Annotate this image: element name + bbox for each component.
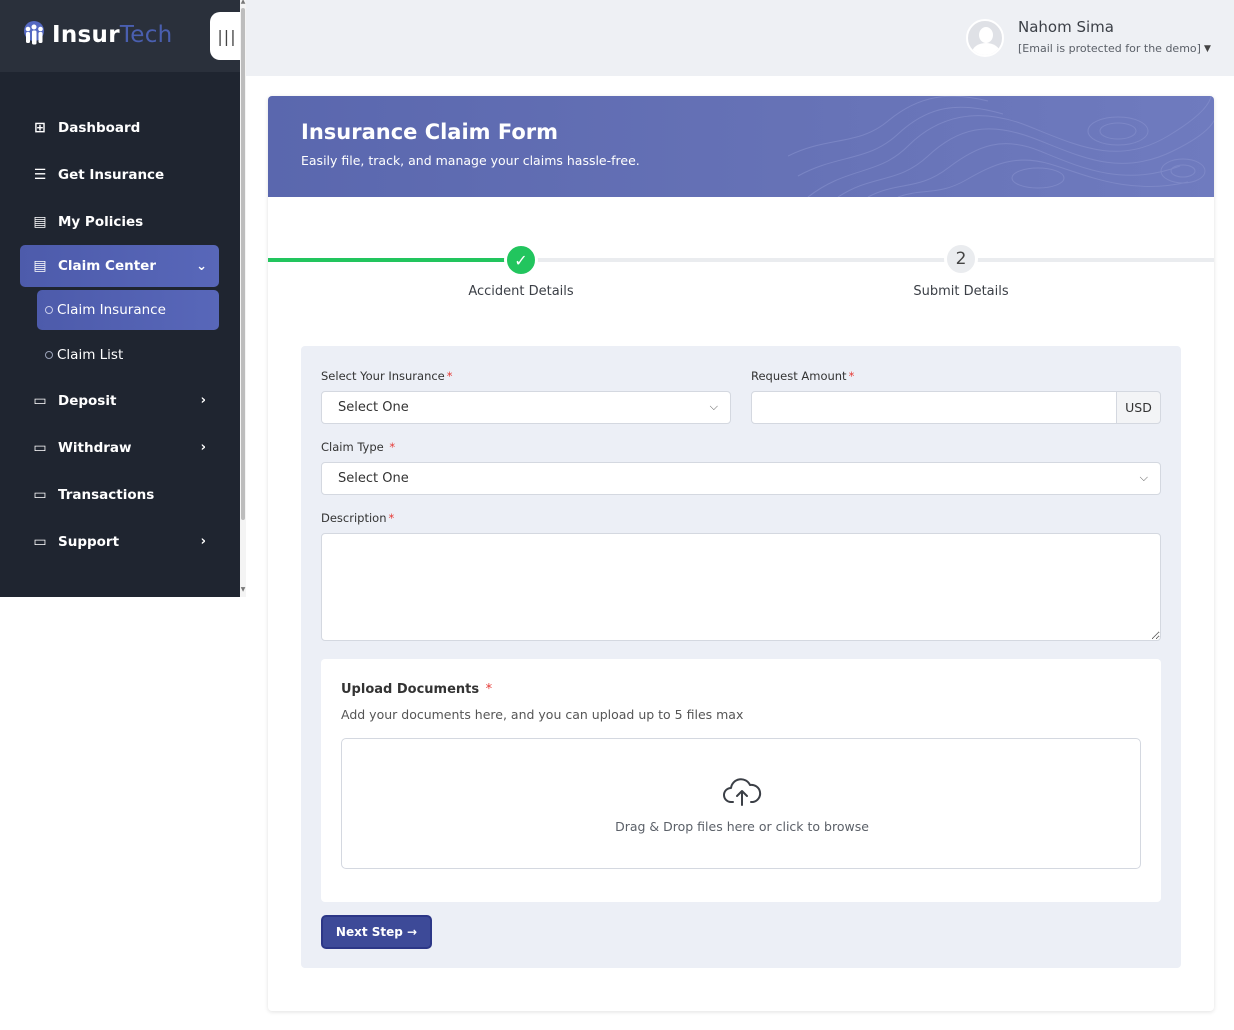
claim-type-label: Claim Type * xyxy=(321,440,396,454)
avatar[interactable] xyxy=(966,19,1004,57)
card-icon: ▭ xyxy=(33,486,47,503)
chevron-right-icon: › xyxy=(200,440,206,455)
sidebar-item-claim-center[interactable]: ▤ Claim Center ⌄ xyxy=(20,245,219,287)
chevron-down-icon: ⌵ xyxy=(709,400,718,413)
scrollbar-thumb[interactable] xyxy=(241,8,245,520)
insurance-select-label: Select Your Insurance * xyxy=(321,369,453,383)
sidebar: InsurTech ||| ⊞ Dashboard ☰ Get Insuranc… xyxy=(0,0,240,597)
insurance-select-value: Select One xyxy=(338,400,409,415)
claim-form: Select Your Insurance * Select One ⌵ Requ… xyxy=(301,346,1181,968)
document-icon: ▤ xyxy=(33,213,47,230)
circle-icon xyxy=(45,306,53,314)
page-subtitle: Easily file, track, and manage your clai… xyxy=(301,153,640,168)
chevron-right-icon: › xyxy=(200,534,206,549)
brand-name-part2: Tech xyxy=(119,22,173,48)
sidebar-item-dashboard[interactable]: ⊞ Dashboard xyxy=(0,104,240,151)
page-title: Insurance Claim Form xyxy=(301,120,559,144)
sidebar-item-support[interactable]: ▭ Support › xyxy=(0,518,240,565)
top-header: Nahom Sima [Email is protected for the d… xyxy=(246,0,1234,76)
description-textarea[interactable] xyxy=(321,533,1161,641)
check-icon: ✓ xyxy=(514,250,528,270)
claim-type-select-value: Select One xyxy=(338,471,409,486)
chevron-down-icon: ⌄ xyxy=(196,258,207,274)
step-1-label: Accident Details xyxy=(468,284,574,299)
cloud-upload-icon xyxy=(723,778,762,806)
insurance-select[interactable]: Select One ⌵ xyxy=(321,391,731,424)
required-mark: * xyxy=(389,440,396,454)
sidebar-item-withdraw[interactable]: ▭ Withdraw › xyxy=(0,424,240,471)
next-step-button[interactable]: Next Step → xyxy=(321,915,432,949)
sidebar-subitem-claim-list[interactable]: Claim List xyxy=(0,333,240,377)
sidebar-item-my-policies[interactable]: ▤ My Policies xyxy=(0,198,240,245)
brand-name: InsurTech xyxy=(52,22,173,48)
sidebar-subitem-label: Claim List xyxy=(57,347,124,363)
sidebar-item-label: Get Insurance xyxy=(58,166,165,183)
required-mark: * xyxy=(446,369,453,383)
sidebar-item-label: Support xyxy=(58,533,120,550)
brand-logo[interactable]: InsurTech xyxy=(20,20,173,50)
sidebar-collapse-button[interactable]: ||| xyxy=(210,12,240,60)
ticket-icon: ▭ xyxy=(33,533,47,550)
step-number: 2 xyxy=(955,249,967,269)
sidebar-scrollbar[interactable]: ▲ ▼ xyxy=(240,0,246,597)
cash-icon: ▭ xyxy=(33,439,47,456)
step-2-label: Submit Details xyxy=(913,284,1009,299)
sidebar-item-label: Deposit xyxy=(58,392,117,409)
sidebar-item-label: Dashboard xyxy=(58,119,141,136)
circle-icon xyxy=(45,351,53,359)
sidebar-item-label: My Policies xyxy=(58,213,144,230)
claim-form-card: Insurance Claim Form Easily file, track,… xyxy=(268,96,1214,1011)
amount-label: Request Amount * xyxy=(751,369,855,383)
sidebar-item-transactions[interactable]: ▭ Transactions xyxy=(0,471,240,518)
currency-addon: USD xyxy=(1116,391,1161,424)
required-mark: * xyxy=(485,682,493,697)
brand-name-part1: Insur xyxy=(52,22,120,48)
sidebar-item-get-insurance[interactable]: ☰ Get Insurance xyxy=(0,151,240,198)
dropzone-text: Drag & Drop files here or click to brows… xyxy=(615,819,869,834)
step-2-pending[interactable]: 2 xyxy=(944,242,978,276)
list-check-icon: ☰ xyxy=(33,166,47,183)
sidebar-subitem-label: Claim Insurance xyxy=(57,302,166,318)
chevron-right-icon: › xyxy=(200,393,206,408)
document-icon: ▤ xyxy=(33,258,47,274)
claim-type-select[interactable]: Select One ⌵ xyxy=(321,462,1161,495)
required-mark: * xyxy=(388,511,395,525)
upload-title: Upload Documents * xyxy=(341,682,493,697)
chevron-down-icon: ⌵ xyxy=(1139,471,1148,484)
upload-subtitle: Add your documents here, and you can upl… xyxy=(341,707,744,722)
request-amount-input[interactable] xyxy=(751,391,1117,424)
sidebar-header: InsurTech ||| xyxy=(0,0,240,72)
user-name[interactable]: Nahom Sima xyxy=(1018,18,1114,36)
sidebar-item-label: Claim Center xyxy=(58,258,156,274)
scroll-down-arrow-icon[interactable]: ▼ xyxy=(240,587,246,593)
file-dropzone[interactable]: Drag & Drop files here or click to brows… xyxy=(341,738,1141,869)
upload-documents-section: Upload Documents * Add your documents he… xyxy=(321,659,1161,902)
description-label: Description * xyxy=(321,511,395,525)
sidebar-item-label: Withdraw xyxy=(58,439,132,456)
sidebar-item-deposit[interactable]: ▭ Deposit › xyxy=(0,377,240,424)
grid-icon: ⊞ xyxy=(34,119,46,136)
stepper-progress xyxy=(268,258,520,262)
sidebar-subitem-claim-insurance[interactable]: Claim Insurance xyxy=(37,290,219,330)
required-mark: * xyxy=(848,369,855,383)
step-1-complete[interactable]: ✓ xyxy=(504,243,538,277)
caret-down-icon[interactable]: ▼ xyxy=(1204,44,1211,54)
logo-people-icon xyxy=(20,20,48,50)
menu-bars-icon: ||| xyxy=(217,26,237,46)
user-email[interactable]: [Email is protected for the demo] xyxy=(1018,42,1201,55)
sidebar-nav: ⊞ Dashboard ☰ Get Insurance ▤ My Policie… xyxy=(0,104,240,565)
cash-icon: ▭ xyxy=(33,392,47,409)
form-banner: Insurance Claim Form Easily file, track,… xyxy=(268,96,1214,197)
sidebar-item-label: Transactions xyxy=(58,486,155,503)
topographic-pattern-icon xyxy=(788,96,1214,197)
